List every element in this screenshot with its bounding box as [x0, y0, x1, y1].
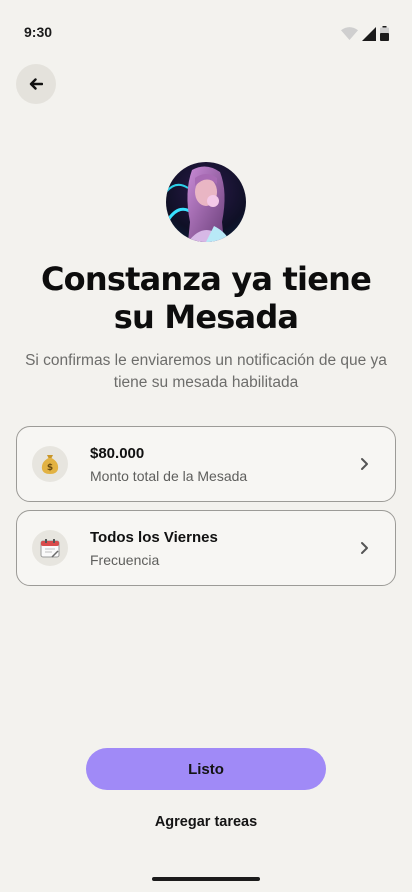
wifi-icon: [341, 27, 358, 40]
amount-label: Monto total de la Mesada: [90, 467, 248, 484]
frequency-card-text: Todos los Viernes Frecuencia: [90, 529, 360, 568]
avatar: [166, 162, 246, 242]
status-icons: [341, 26, 389, 41]
add-tasks-link[interactable]: Agregar tareas: [0, 814, 412, 830]
amount-card[interactable]: $ $80.000 Monto total de la Mesada: [16, 426, 396, 502]
chevron-right-icon: [361, 542, 368, 554]
amount-card-text: $80.000 Monto total de la Mesada: [90, 445, 360, 484]
page-title: Constanza ya tiene su Mesada: [41, 260, 372, 336]
amount-value: $80.000: [90, 444, 145, 462]
page-subtitle: Si confirmas le enviaremos un notificaci…: [25, 352, 387, 391]
status-time: 9:30: [24, 24, 53, 40]
battery-icon: [380, 26, 389, 41]
chevron-right-icon: [361, 458, 368, 470]
frequency-label: Frecuencia: [90, 551, 160, 568]
screen: 9:30 Constanza ya tiene su Mesada Si con…: [0, 0, 412, 892]
home-indicator[interactable]: [152, 877, 260, 881]
arrow-left-icon: [29, 78, 43, 90]
calendar-icon: [32, 530, 68, 566]
frequency-value: Todos los Viernes: [90, 528, 218, 546]
svg-text:$: $: [47, 463, 53, 473]
money-bag-icon: $: [32, 446, 68, 482]
frequency-card[interactable]: Todos los Viernes Frecuencia: [16, 510, 396, 586]
done-button[interactable]: Listo: [86, 748, 326, 790]
signal-icon: [362, 26, 376, 41]
back-button[interactable]: [16, 64, 56, 104]
